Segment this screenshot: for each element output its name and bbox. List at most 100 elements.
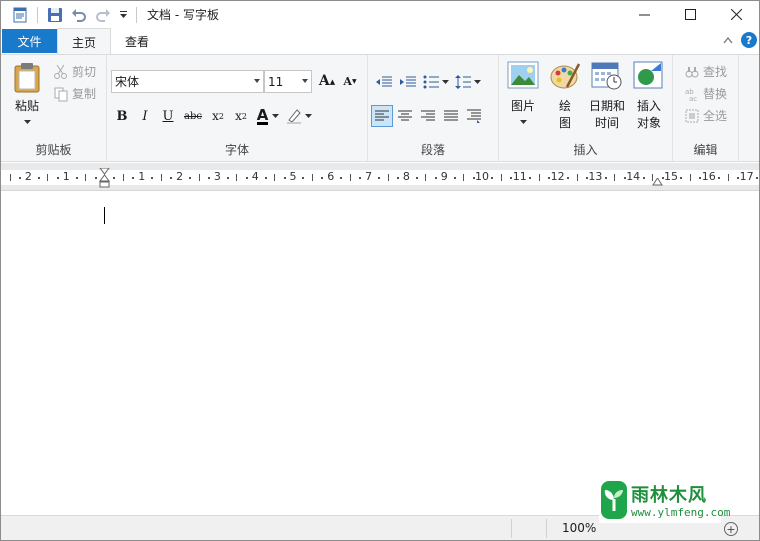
customize-qat-icon[interactable] [116, 4, 130, 26]
font-color-button[interactable]: A [253, 105, 283, 127]
close-icon[interactable] [713, 1, 759, 28]
ruler-dot [472, 177, 475, 179]
insert-group-label: 插入 [573, 143, 598, 157]
select-all-icon [685, 109, 699, 122]
paste-button[interactable]: 粘贴 [7, 61, 47, 125]
zoom-in-icon[interactable]: + [724, 522, 738, 536]
insert-datetime-button[interactable]: 日期和 时间 [587, 61, 627, 131]
paint-drawing-button[interactable]: 绘 图 [547, 61, 583, 131]
insert-object-button[interactable]: 插入 对象 [631, 61, 667, 131]
object-label-line2: 对象 [636, 116, 661, 130]
decrease-indent-icon[interactable] [373, 71, 395, 93]
highlight-button[interactable] [284, 105, 314, 127]
status-divider [546, 519, 547, 538]
document-area[interactable] [1, 192, 759, 515]
select-all-button[interactable]: 全选 [685, 107, 727, 124]
copy-button[interactable]: 复制 [53, 85, 96, 102]
ruler-dot [207, 177, 210, 179]
minimize-icon[interactable] [621, 1, 667, 28]
grow-font-icon[interactable]: A ▲ [316, 70, 338, 92]
shrink-font-icon[interactable]: A ▼ [339, 70, 361, 92]
paint-label-line2: 图 [558, 116, 571, 130]
ruler-number: 4 [251, 170, 259, 183]
ruler-dot [170, 177, 173, 179]
status-divider [511, 519, 512, 538]
ruler-tick [198, 174, 200, 181]
ruler-number: 6 [327, 170, 335, 183]
maximize-icon[interactable] [667, 1, 713, 28]
wordpad-app-icon[interactable] [9, 4, 31, 26]
save-icon[interactable] [44, 4, 66, 26]
font-name-select[interactable]: 宋体 [111, 70, 264, 93]
replace-label: 替换 [703, 87, 728, 101]
ruler-tick [47, 174, 49, 181]
ruler-number: 9 [440, 170, 448, 183]
superscript-icon[interactable]: x2 [230, 105, 252, 127]
ruler-dot [415, 177, 418, 179]
ruler-tick [463, 174, 465, 181]
bold-icon[interactable]: B [111, 105, 133, 127]
font-group-label: 字体 [224, 143, 249, 157]
insert-picture-button[interactable]: 图片 [505, 61, 541, 125]
find-button[interactable]: 查找 [685, 63, 727, 80]
paragraph-settings-icon[interactable] [463, 105, 485, 127]
watermark-line1: 雨林木风 [631, 485, 707, 506]
replace-button[interactable]: ab ac 替换 [685, 85, 727, 102]
ribbon: 粘贴 剪切 复制 剪贴板 宋体 11 A ▲ A ▼ B I U abc x 2… [1, 54, 759, 162]
chevron-down-icon [272, 113, 280, 118]
font-size-select[interactable]: 11 [264, 70, 312, 93]
increase-indent-icon[interactable] [397, 71, 419, 93]
bullet-list-icon [423, 75, 439, 89]
ruler-dot [340, 177, 343, 179]
help-icon[interactable]: ? [741, 32, 757, 48]
ruler-dot [604, 177, 607, 179]
strikethrough-icon[interactable]: abc [180, 105, 206, 127]
underline-icon[interactable]: U [157, 105, 179, 127]
wordpad-window: 文档 - 写字板 文件 主页 查看 ? 粘贴 剪切 复制 剪贴板 宋体 11 A… [0, 0, 760, 541]
window-controls [621, 1, 759, 28]
indent-marker-icon[interactable] [99, 167, 110, 191]
ruler-dot [718, 177, 721, 179]
line-spacing-button[interactable] [453, 71, 483, 93]
ribbon-tabs: 文件 主页 查看 ? [1, 28, 759, 55]
ruler-dot [189, 177, 192, 179]
ruler-dot [756, 177, 759, 179]
tab-file[interactable]: 文件 [2, 29, 57, 53]
right-indent-marker-icon[interactable] [652, 175, 663, 189]
align-center-icon[interactable] [394, 105, 416, 127]
bullet-list-button[interactable] [421, 71, 451, 93]
ruler-dot [94, 177, 97, 179]
tab-home[interactable]: 主页 [57, 28, 112, 55]
ruler-dot [434, 177, 437, 179]
ruler-dot [623, 177, 626, 179]
paragraph-row-1 [373, 71, 483, 93]
align-left-icon[interactable] [371, 105, 393, 127]
cut-button[interactable]: 剪切 [53, 63, 96, 80]
ruler-tick [311, 174, 313, 181]
ruler-dot [18, 177, 21, 179]
ruler-dot [226, 177, 229, 179]
scissors-icon [54, 64, 67, 79]
align-right-icon[interactable] [417, 105, 439, 127]
italic-icon[interactable]: I [134, 105, 156, 127]
ruler[interactable]: 2 1 1 2 3 4 5 6 7 8 9 10 11 12 13 14 15 16 17 [1, 163, 759, 191]
ruler-tick [85, 174, 87, 181]
font-name-value: 宋体 [115, 75, 140, 89]
subscript-icon[interactable]: x2 [207, 105, 229, 127]
ruler-dot [359, 177, 362, 179]
collapse-ribbon-icon[interactable] [723, 33, 733, 47]
clipboard-group: 粘贴 剪切 复制 剪贴板 [1, 55, 107, 161]
chevron-down-icon [442, 79, 449, 84]
ruler-number: 3 [213, 170, 221, 183]
ruler-number: 11 [512, 170, 527, 183]
ruler-tick [576, 174, 578, 181]
justify-icon[interactable] [440, 105, 462, 127]
svg-text:ac: ac [689, 95, 697, 101]
ruler-dot [113, 177, 116, 179]
undo-icon[interactable] [68, 4, 90, 26]
select-all-label: 全选 [703, 109, 728, 123]
tab-view[interactable]: 查看 [111, 28, 163, 54]
redo-icon[interactable] [92, 4, 114, 26]
ruler-tick [349, 174, 351, 181]
clipboard-group-label: 剪贴板 [35, 143, 72, 157]
